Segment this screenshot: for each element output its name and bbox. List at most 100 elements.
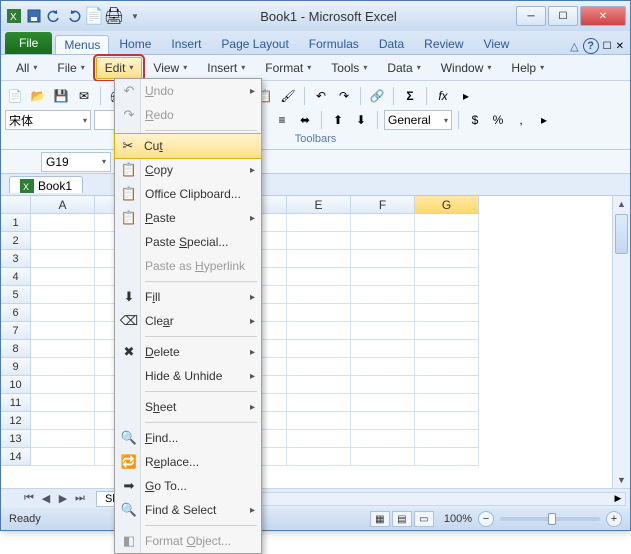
menu-office-clipboard[interactable]: 📋Office Clipboard... (115, 182, 261, 206)
sum-icon[interactable]: Σ (400, 86, 420, 106)
doc-restore-button[interactable]: ☐ (603, 41, 612, 52)
cell[interactable] (415, 412, 479, 430)
cell[interactable] (31, 214, 95, 232)
cell[interactable] (287, 430, 351, 448)
undo-icon[interactable]: ↶ (311, 86, 331, 106)
row-header[interactable]: 10 (1, 376, 31, 394)
menu-cut[interactable]: ✂Cut (114, 133, 262, 159)
menu-tools[interactable]: Tools▾ (322, 57, 376, 79)
menu-sheet[interactable]: Sheet▸ (115, 395, 261, 419)
row-header[interactable]: 12 (1, 412, 31, 430)
qat-icon[interactable]: 📄 (85, 7, 103, 25)
help-icon[interactable]: ? (583, 38, 599, 54)
cell[interactable] (415, 448, 479, 466)
column-header[interactable]: A (31, 196, 95, 214)
cell[interactable] (31, 376, 95, 394)
cell[interactable] (351, 232, 415, 250)
cell[interactable] (351, 322, 415, 340)
row-header[interactable]: 9 (1, 358, 31, 376)
row-header[interactable]: 6 (1, 304, 31, 322)
zoom-level[interactable]: 100% (444, 513, 472, 525)
cell[interactable] (287, 358, 351, 376)
font-name-select[interactable]: 宋体▾ (5, 110, 91, 130)
row-header[interactable]: 14 (1, 448, 31, 466)
view-normal-button[interactable]: ▦ (370, 511, 390, 527)
cell[interactable] (31, 412, 95, 430)
cell[interactable] (415, 322, 479, 340)
cell[interactable] (351, 304, 415, 322)
name-box[interactable]: G19▾ (41, 152, 111, 172)
menu-replace[interactable]: 🔁Replace... (115, 450, 261, 474)
cell[interactable] (415, 394, 479, 412)
cell[interactable] (415, 376, 479, 394)
cell[interactable] (31, 358, 95, 376)
menu-find-select[interactable]: 🔍Find & Select▸ (115, 498, 261, 522)
valign-top-icon[interactable]: ⬆ (328, 110, 348, 130)
toolbar-overflow-icon[interactable]: ▸ (456, 86, 476, 106)
cell[interactable] (351, 214, 415, 232)
column-header[interactable]: G (415, 196, 479, 214)
select-all-corner[interactable] (1, 196, 31, 214)
open-icon[interactable]: 📂 (28, 86, 48, 106)
row-header[interactable]: 13 (1, 430, 31, 448)
cell[interactable] (415, 340, 479, 358)
cell[interactable] (351, 358, 415, 376)
cell[interactable] (287, 394, 351, 412)
cell[interactable] (287, 268, 351, 286)
fx-icon[interactable]: fx (433, 86, 453, 106)
cell[interactable] (287, 304, 351, 322)
menu-format-object[interactable]: ◧Format Object... (115, 529, 261, 553)
cell[interactable] (415, 358, 479, 376)
menu-data[interactable]: Data▾ (378, 57, 429, 79)
row-header[interactable]: 4 (1, 268, 31, 286)
cell[interactable] (31, 232, 95, 250)
cell[interactable] (415, 286, 479, 304)
cell[interactable] (287, 322, 351, 340)
worksheet-grid[interactable]: ABCDEFG1234567891011121314 ▲▼ (1, 196, 630, 488)
row-header[interactable]: 5 (1, 286, 31, 304)
save-icon[interactable]: 💾 (51, 86, 71, 106)
menu-paste[interactable]: 📋Paste▸ (115, 206, 261, 230)
cell[interactable] (287, 412, 351, 430)
menu-clear[interactable]: ⌫Clear▸ (115, 309, 261, 333)
menu-edit[interactable]: Edit▾ (96, 57, 143, 79)
workbook-tab[interactable]: X Book1 (9, 176, 83, 193)
close-button[interactable]: ✕ (580, 6, 626, 26)
zoom-slider[interactable] (500, 517, 600, 521)
cell[interactable] (415, 214, 479, 232)
currency-icon[interactable]: $ (465, 110, 485, 130)
comma-icon[interactable]: , (511, 110, 531, 130)
cell[interactable] (351, 448, 415, 466)
cell[interactable] (31, 448, 95, 466)
cell[interactable] (31, 394, 95, 412)
vertical-scrollbar[interactable]: ▲▼ (612, 196, 630, 488)
cell[interactable] (31, 430, 95, 448)
row-header[interactable]: 1 (1, 214, 31, 232)
align-right-icon[interactable]: ≡ (272, 110, 292, 130)
view-pagebreak-button[interactable]: ▭ (414, 511, 434, 527)
column-header[interactable]: F (351, 196, 415, 214)
maximize-button[interactable]: ☐ (548, 6, 578, 26)
cell[interactable] (287, 214, 351, 232)
tab-page-layout[interactable]: Page Layout (211, 34, 298, 54)
cell[interactable] (415, 304, 479, 322)
menu-find[interactable]: 🔍Find... (115, 426, 261, 450)
tab-insert[interactable]: Insert (161, 34, 211, 54)
tab-data[interactable]: Data (369, 34, 414, 54)
cell[interactable] (31, 340, 95, 358)
menu-delete[interactable]: ✖Delete▸ (115, 340, 261, 364)
cell[interactable] (351, 268, 415, 286)
row-header[interactable]: 3 (1, 250, 31, 268)
menu-paste-special[interactable]: Paste Special... (115, 230, 261, 254)
tab-home[interactable]: Home (109, 34, 161, 54)
sheet-nav[interactable]: ⏮◀▶⏭ (21, 492, 88, 505)
view-layout-button[interactable]: ▤ (392, 511, 412, 527)
doc-close-button[interactable]: ✕ (616, 41, 624, 52)
menu-view[interactable]: View▾ (144, 57, 196, 79)
qat-icon[interactable]: 🖨 (105, 7, 123, 25)
tab-review[interactable]: Review (414, 34, 473, 54)
menu-hide-unhide[interactable]: Hide & Unhide▸ (115, 364, 261, 388)
cell[interactable] (351, 340, 415, 358)
cell[interactable] (287, 340, 351, 358)
menu-goto[interactable]: ➡Go To... (115, 474, 261, 498)
